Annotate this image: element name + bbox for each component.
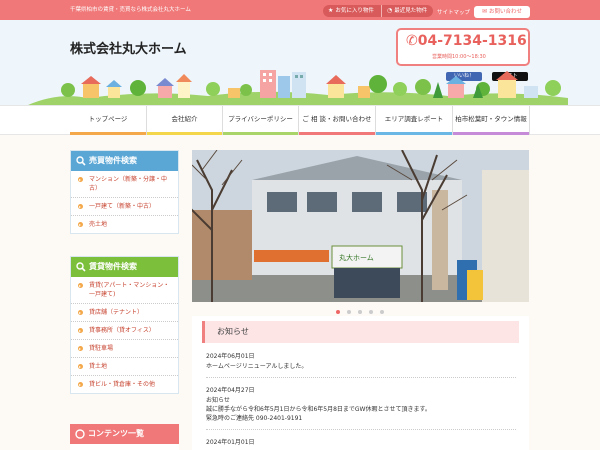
sidebar-item-parking[interactable]: 貸駐車場 [71,340,178,358]
news-list: 2024年06月01日 ホームページリニューアルしました。 2024年04月27… [206,352,516,450]
news-text: お知らせ [206,397,230,404]
sidebar-item-house[interactable]: 一戸建て（新築・中古） [71,198,178,216]
sidebar-item-tenant[interactable]: 貸店舗（テナント） [71,304,178,322]
contact-button[interactable]: ✉ お問い合わせ [474,6,530,18]
favorites-label: お気に入り物件 [335,8,374,14]
sidebar-item-mansion[interactable]: マンション（新築・分譲・中古） [71,171,178,198]
contact-label: お問い合わせ [489,9,523,15]
sidebar-item-rental-land[interactable]: 貸土地 [71,358,178,376]
star-icon: ★ [328,7,334,14]
sidebar-item-rental-housing[interactable]: 賃貸(アパート・マンション・一戸建て) [71,277,178,304]
recent-history-button[interactable]: ◔ 最近見た物件 [381,5,433,17]
news-text: ホームページリニューアルしました。 [206,363,308,370]
nav-underline [299,132,375,135]
nav-privacy[interactable]: プライバシーポリシー [223,106,299,135]
nav-company[interactable]: 会社紹介 [147,106,223,135]
history-label: 最近見た物件 [394,8,428,14]
news-date: 2024年01月01日 [206,439,255,446]
phone-number[interactable]: ✆04-7134-1316 [406,33,527,49]
search-icon [76,262,86,272]
sidebar-item-office[interactable]: 貸事務所（貸オフィス） [71,322,178,340]
hero-slideshow[interactable]: 丸大ホーム [192,150,529,302]
slider-dot[interactable] [380,310,384,314]
phone-icon: ✆ [406,33,418,49]
business-hours: 営業時間10:00～18:30 [432,54,486,60]
news-heading: お知らせ [202,321,519,343]
nav-underline [147,132,222,135]
contents-heading: コンテンツ一覧 [70,424,179,444]
nav-top[interactable]: トップページ [70,106,147,135]
favorites-button[interactable]: ★ お気に入り物件 [323,5,381,17]
townscape-illustration [28,70,568,105]
mail-icon: ✉ [481,8,487,15]
nav-area-report[interactable]: エリア調査レポート [376,106,453,135]
news-item: 2024年01月01日 [206,438,516,450]
sitemap-link[interactable]: サイトマップ [437,8,470,16]
nav-contact[interactable]: ご 相 談・お問い合わせ [299,106,376,135]
nav-underline [453,132,529,135]
news-item: 2024年04月27日 お知らせ 誠に勝手ながら令和6年5月1日から令和6年5月… [206,386,516,430]
phone-box: ✆04-7134-1316 営業時間10:00～18:30 [396,28,530,66]
news-date: 2024年04月27日 [206,387,255,394]
contents-box: コンテンツ一覧 [70,424,179,450]
circle-icon [75,429,85,439]
sidebar-item-land[interactable]: 売土地 [71,216,178,233]
news-date: 2024年06月01日 [206,353,255,360]
rent-search-box: 賃貸物件検索 賃貸(アパート・マンション・一戸建て) 貸店舗（テナント） 貸事務… [70,256,179,394]
arrow-bullet-icon [78,364,83,369]
search-icon [76,156,86,166]
arrow-bullet-icon [78,328,83,333]
arrow-bullet-icon [78,204,83,209]
nav-underline [70,132,146,135]
site-tagline: 千葉県柏市の賃貸・売買なら株式会社丸大ホーム [70,7,191,13]
slider-dot[interactable] [358,310,362,314]
site-header: 株式会社丸大ホーム ✆04-7134-1316 営業時間10:00～18:30 … [0,20,600,105]
arrow-bullet-icon [78,222,83,227]
sale-search-box: 売買物件検索 マンション（新築・分譲・中古） 一戸建て（新築・中古） 売土地 [70,150,179,234]
slider-dot[interactable] [347,310,351,314]
news-item: 2024年06月01日 ホームページリニューアルしました。 [206,352,516,378]
nav-underline [223,132,298,135]
arrow-bullet-icon [78,382,83,387]
arrow-bullet-icon [78,177,83,182]
arrow-bullet-icon [78,346,83,351]
arrow-bullet-icon [78,283,83,288]
news-text: 緊急時のご連絡先 090-2401-9191 [206,415,303,422]
sidebar-item-building[interactable]: 貸ビル・貸倉庫・その他 [71,376,178,393]
global-nav: トップページ 会社紹介 プライバシーポリシー ご 相 談・お問い合わせ エリア調… [0,105,600,135]
nav-town-info[interactable]: 柏市松葉町・タウン情報 [453,106,530,135]
sale-search-heading: 売買物件検索 [71,151,178,171]
news-section: お知らせ 2024年06月01日 ホームページリニューアルしました。 2024年… [192,316,529,450]
slider-dots [336,308,391,316]
nav-underline [376,132,452,135]
clock-icon: ◔ [387,7,393,14]
news-text: 誠に勝手ながら令和6年5月1日から令和6年5月8日までGW休暇とさせて頂きます。 [206,406,431,413]
store-sign: 丸大ホーム [339,253,374,262]
storefront-photo: 丸大ホーム [192,150,529,302]
slider-dot[interactable] [369,310,373,314]
company-logo[interactable]: 株式会社丸大ホーム [70,38,187,57]
rent-search-heading: 賃貸物件検索 [71,257,178,277]
arrow-bullet-icon [78,310,83,315]
slider-dot[interactable] [336,310,340,314]
top-bar: 千葉県柏市の賃貸・売買なら株式会社丸大ホーム ★ お気に入り物件 ◔ 最近見た物件 … [0,0,600,20]
